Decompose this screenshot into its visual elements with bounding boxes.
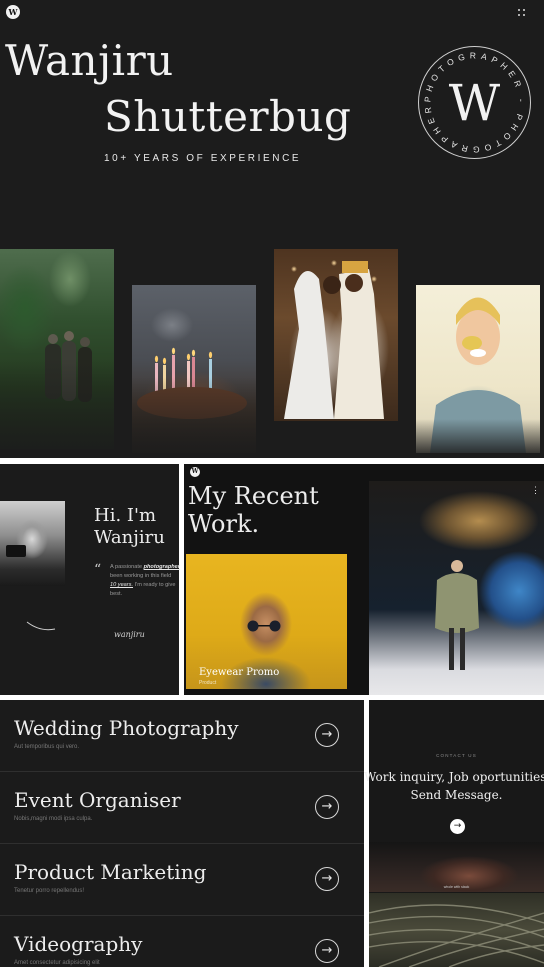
arrow-right-icon[interactable]: → xyxy=(315,939,339,963)
service-title: Videography xyxy=(14,932,143,956)
about-text-line2: been working in this field xyxy=(110,573,172,579)
service-title: Product Marketing xyxy=(14,860,207,884)
photo-birthday-cake xyxy=(132,285,256,453)
arrow-right-icon[interactable]: → xyxy=(315,795,339,819)
service-subtitle: Amet consectetur adipisicing elit xyxy=(14,960,100,966)
hero-name-line2: Shutterbug xyxy=(104,92,352,141)
contact-heading-line2: Send Message. xyxy=(410,788,503,802)
quote-icon: “ xyxy=(94,562,102,578)
contact-label: CONTACT US xyxy=(436,753,477,758)
work-card-title: Eyewear Promo xyxy=(199,667,280,678)
work-logo[interactable]: W xyxy=(190,467,200,477)
about-title-line2: Wanjiru xyxy=(94,527,165,548)
contact-heading: Work inquiry, Job oportunities? Send Mes… xyxy=(364,768,544,804)
about-description: A passionate photographer been working i… xyxy=(110,563,180,599)
hero-section: W Wanjiru Shutterbug 10+ YEARS OF EXPERI… xyxy=(0,0,544,458)
photographer-badge: PHOTOGRAPHER - PHOTOGRAPHER - W xyxy=(417,45,531,159)
about-title-line1: Hi. I'm xyxy=(94,505,157,526)
contact-image-palm xyxy=(369,893,544,967)
photo-wanjiru-portrait xyxy=(0,501,65,586)
about-text-prefix: A passionate xyxy=(110,564,144,570)
service-item-product[interactable]: Product Marketing Tenetur porro repellen… xyxy=(0,844,364,916)
sunglasses-icon xyxy=(247,620,281,632)
service-subtitle: Tenetur porro repellendus! xyxy=(14,888,85,894)
services-section: Wedding Photography Aut temporibus qui v… xyxy=(0,700,364,967)
service-item-videography[interactable]: Videography Amet consectetur adipisicing… xyxy=(0,916,364,967)
site-logo[interactable]: W xyxy=(6,5,20,19)
service-title: Event Organiser xyxy=(14,788,181,812)
recent-work-title: My Recent Work. xyxy=(188,482,348,538)
service-item-wedding[interactable]: Wedding Photography Aut temporibus qui v… xyxy=(0,700,364,772)
recent-work-title-line1: My Recent xyxy=(188,482,319,510)
photo-wedding-couple xyxy=(274,249,398,421)
about-text-line4: best. xyxy=(110,591,123,597)
service-title: Wedding Photography xyxy=(14,716,239,740)
service-item-event[interactable]: Event Organiser Nobis,magni modi ipsa cu… xyxy=(0,772,364,844)
service-subtitle: Nobis,magni modi ipsa culpa. xyxy=(14,816,93,822)
arrow-right-icon[interactable]: → xyxy=(315,867,339,891)
photo-forest-hikers xyxy=(0,249,114,449)
hero-name-line1: Wanjiru xyxy=(5,36,174,85)
signature: wanjiru xyxy=(114,630,145,639)
about-title: Hi. I'm Wanjiru xyxy=(94,505,180,549)
send-message-button[interactable]: → xyxy=(450,819,465,834)
arrow-right-icon[interactable]: → xyxy=(315,723,339,747)
runway-model xyxy=(435,560,479,670)
about-text-line3: I'm ready to give xyxy=(133,582,176,588)
hero-subtitle: 10+ YEARS OF EXPERIENCE xyxy=(104,153,302,164)
work-card-category: Product xyxy=(199,680,217,686)
grid-dots-icon[interactable] xyxy=(518,9,525,16)
about-text-years: 10 years. xyxy=(110,582,134,588)
palm-leaves xyxy=(369,904,544,967)
about-text-highlight: photographer xyxy=(143,564,180,570)
work-card-fashion-runway[interactable]: ⋮ xyxy=(369,481,544,695)
more-options-icon[interactable]: ⋮ xyxy=(531,485,540,496)
work-card-eyewear[interactable]: Eyewear Promo Product xyxy=(186,554,347,689)
photo-painted-woman xyxy=(416,285,540,453)
decorative-curve xyxy=(26,621,56,631)
service-subtitle: Aut temporibus qui vero. xyxy=(14,744,80,750)
badge-letter: W xyxy=(449,74,501,132)
recent-work-title-line2: Work. xyxy=(188,510,260,538)
camera-icon xyxy=(6,545,26,557)
contact-image-caption: whole with stack xyxy=(443,885,470,889)
contact-heading-line1: Work inquiry, Job oportunities? xyxy=(364,770,544,784)
